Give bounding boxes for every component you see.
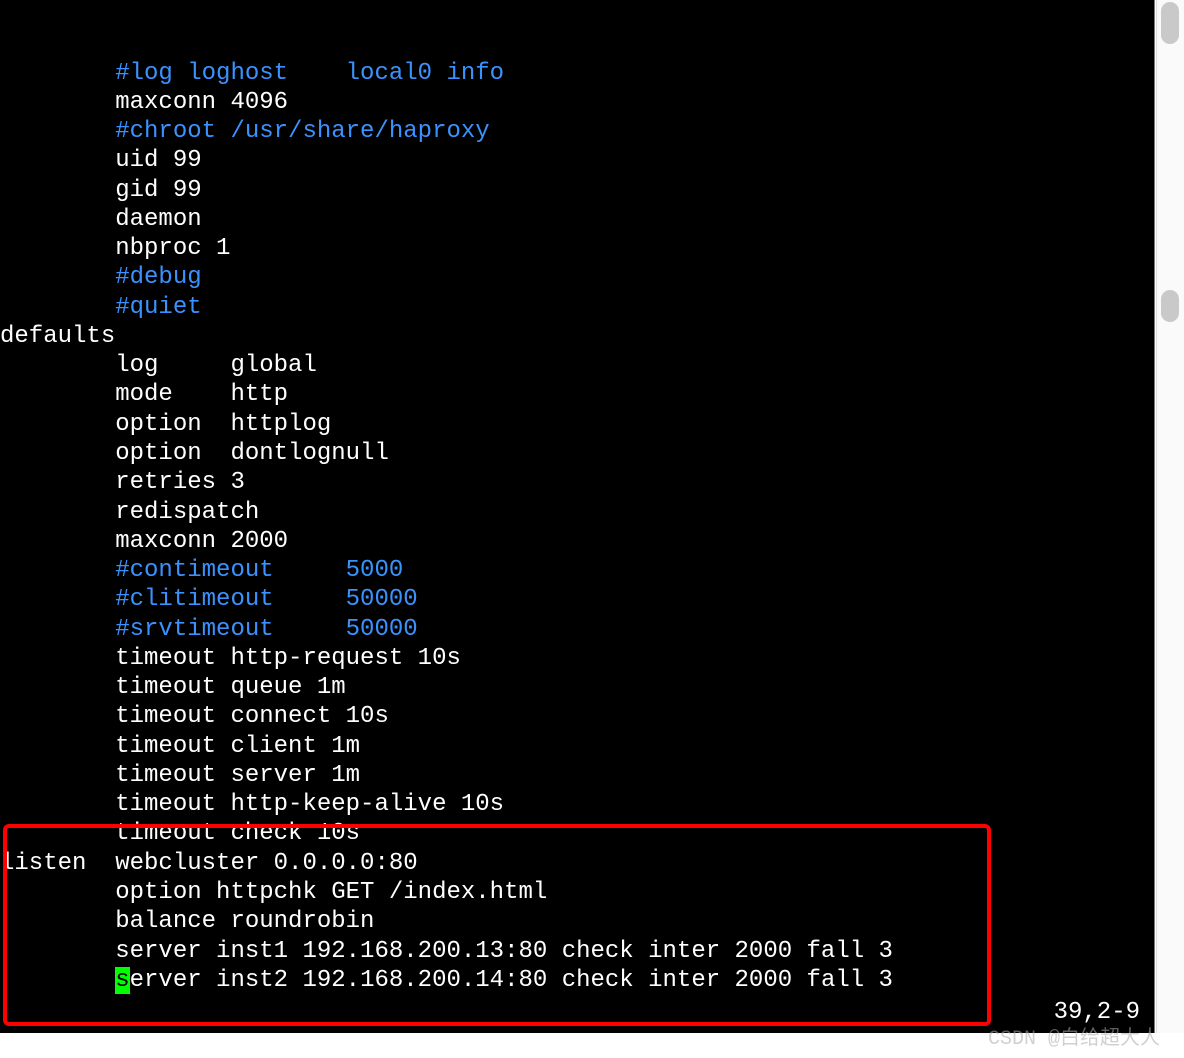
code-line[interactable]: redispatch xyxy=(0,498,1154,527)
scrollbar[interactable] xyxy=(1156,0,1184,1033)
code-line[interactable]: nbproc 1 xyxy=(0,234,1154,263)
code-line[interactable]: retries 3 xyxy=(0,468,1154,497)
code-line[interactable]: log global xyxy=(0,351,1154,380)
cursor: s xyxy=(115,967,129,994)
code-text: erver inst2 192.168.200.14:80 check inte… xyxy=(130,967,893,994)
code-line[interactable]: #quiet xyxy=(0,293,1154,322)
code-text: listen webcluster 0.0.0.0:80 xyxy=(0,850,418,877)
code-line[interactable]: #log loghost local0 info xyxy=(0,59,1154,88)
code-text: timeout client 1m xyxy=(115,733,360,760)
code-text: timeout connect 10s xyxy=(115,703,389,730)
code-text: daemon xyxy=(115,206,201,233)
code-line[interactable]: defaults xyxy=(0,322,1154,351)
app-window: #log loghost local0 info maxconn 4096 #c… xyxy=(0,0,1184,1058)
code-line[interactable]: server inst2 192.168.200.14:80 check int… xyxy=(0,966,1154,995)
code-line[interactable]: gid 99 xyxy=(0,176,1154,205)
comment-text: #debug xyxy=(115,264,201,291)
code-text: option httplog xyxy=(115,411,331,438)
code-line[interactable]: server inst1 192.168.200.13:80 check int… xyxy=(0,937,1154,966)
code-text: log global xyxy=(115,352,317,379)
code-text: timeout queue 1m xyxy=(115,674,345,701)
code-text: balance roundrobin xyxy=(115,908,374,935)
scrollbar-thumb[interactable] xyxy=(1161,290,1179,322)
code-text: defaults xyxy=(0,323,115,350)
code-line[interactable]: maxconn 2000 xyxy=(0,527,1154,556)
code-line[interactable]: #contimeout 5000 xyxy=(0,556,1154,585)
code-line[interactable]: daemon xyxy=(0,205,1154,234)
code-text: maxconn 4096 xyxy=(115,89,288,116)
comment-text: #log loghost local0 info xyxy=(115,60,504,87)
code-line[interactable]: timeout http-request 10s xyxy=(0,644,1154,673)
code-line[interactable]: timeout http-keep-alive 10s xyxy=(0,790,1154,819)
comment-text: #srvtimeout 50000 xyxy=(115,616,417,643)
code-line[interactable]: timeout check 10s xyxy=(0,819,1154,848)
vim-status-position: 39,2-9 xyxy=(1054,998,1140,1027)
code-text: gid 99 xyxy=(115,177,201,204)
code-text: redispatch xyxy=(115,499,259,526)
code-text: option httpchk GET /index.html xyxy=(115,879,547,906)
code-line[interactable]: timeout server 1m xyxy=(0,761,1154,790)
code-text: retries 3 xyxy=(115,469,245,496)
code-text: timeout http-request 10s xyxy=(115,645,461,672)
code-text: timeout server 1m xyxy=(115,762,360,789)
terminal[interactable]: #log loghost local0 info maxconn 4096 #c… xyxy=(0,0,1155,1033)
comment-text: #clitimeout 50000 xyxy=(115,586,417,613)
code-text: nbproc 1 xyxy=(115,235,230,262)
code-line[interactable]: timeout client 1m xyxy=(0,732,1154,761)
code-text: uid 99 xyxy=(115,147,201,174)
code-line[interactable]: maxconn 4096 xyxy=(0,88,1154,117)
scrollbar-thumb[interactable] xyxy=(1161,2,1179,44)
code-text: maxconn 2000 xyxy=(115,528,288,555)
comment-text: #chroot /usr/share/haproxy xyxy=(115,118,489,145)
code-line[interactable]: option dontlognull xyxy=(0,439,1154,468)
code-text: timeout http-keep-alive 10s xyxy=(115,791,504,818)
code-line[interactable]: timeout connect 10s xyxy=(0,702,1154,731)
code-text: option dontlognull xyxy=(115,440,389,467)
code-line[interactable]: balance roundrobin xyxy=(0,907,1154,936)
code-line[interactable]: timeout queue 1m xyxy=(0,673,1154,702)
code-line[interactable]: #srvtimeout 50000 xyxy=(0,615,1154,644)
code-line[interactable]: #debug xyxy=(0,263,1154,292)
code-line[interactable]: option httplog xyxy=(0,410,1154,439)
code-text: mode http xyxy=(115,381,288,408)
code-text: server inst1 192.168.200.13:80 check int… xyxy=(115,938,893,965)
code-line[interactable]: option httpchk GET /index.html xyxy=(0,878,1154,907)
code-text: timeout check 10s xyxy=(115,820,360,847)
code-line[interactable]: uid 99 xyxy=(0,146,1154,175)
code-line[interactable]: listen webcluster 0.0.0.0:80 xyxy=(0,849,1154,878)
comment-text: #contimeout 5000 xyxy=(115,557,403,584)
code-line[interactable]: #chroot /usr/share/haproxy xyxy=(0,117,1154,146)
comment-text: #quiet xyxy=(115,294,201,321)
code-line[interactable]: mode http xyxy=(0,380,1154,409)
code-line[interactable]: #clitimeout 50000 xyxy=(0,585,1154,614)
editor-content[interactable]: #log loghost local0 info maxconn 4096 #c… xyxy=(0,59,1154,996)
